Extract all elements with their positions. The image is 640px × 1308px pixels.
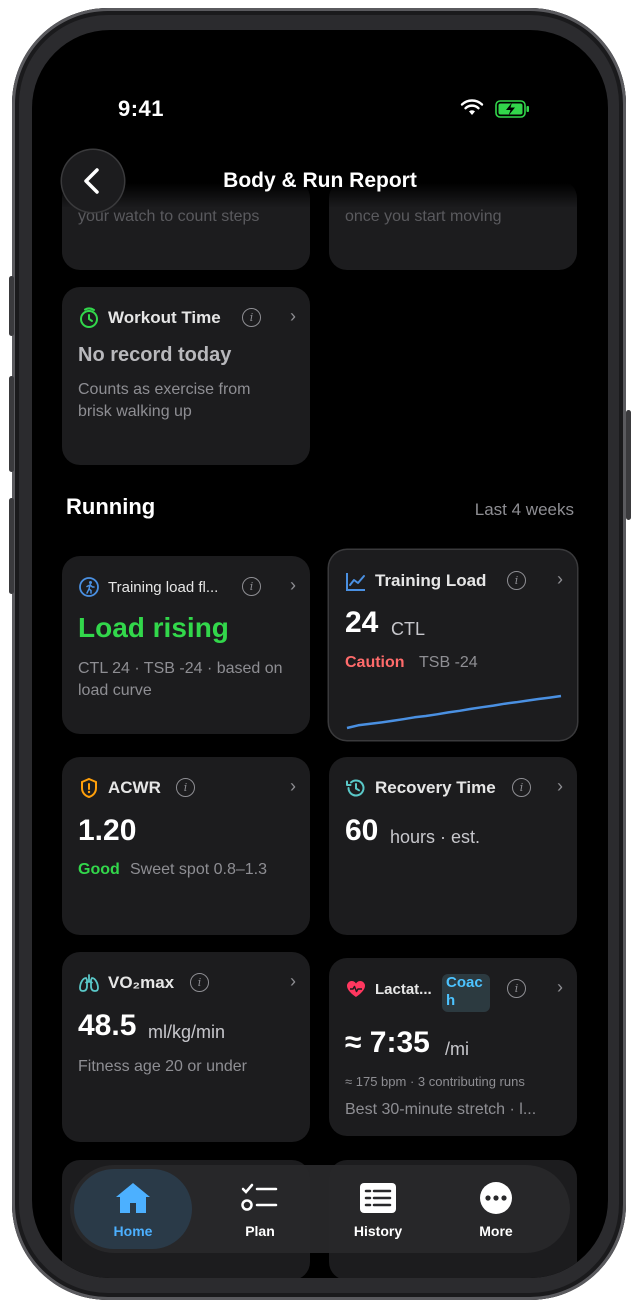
vo2max-title: VO₂max <box>108 973 175 992</box>
lungs-icon <box>79 974 99 992</box>
line-chart-icon <box>346 573 365 591</box>
recovery-time-card[interactable]: Recovery Time i › 60 hours · est. <box>329 757 577 935</box>
training-load-card[interactable]: Training Load i › 24 CTL Caution TSB -24 <box>329 550 577 740</box>
vo2max-desc: Fitness age 20 or under <box>78 1058 247 1075</box>
info-icon[interactable]: i <box>512 778 531 797</box>
side-button-volume-up <box>9 376 14 472</box>
acwr-card[interactable]: ACWR i › 1.20 Good Sweet spot 0.8–1.3 <box>62 757 310 935</box>
tab-plan[interactable]: Plan <box>201 1169 319 1249</box>
info-icon[interactable]: i <box>507 979 526 998</box>
tab-home-label: Home <box>113 1223 153 1239</box>
training-load-status: Caution <box>345 654 405 671</box>
side-button-power <box>626 410 631 520</box>
activity-card-subtitle: once you start moving <box>345 208 502 225</box>
checklist-icon <box>241 1183 278 1211</box>
side-button-mute <box>9 276 14 336</box>
lactate-value: ≈ 7:35 <box>345 1026 430 1059</box>
tab-history[interactable]: History <box>319 1169 437 1249</box>
info-icon[interactable]: i <box>242 308 261 327</box>
acwr-detail: Sweet spot 0.8–1.3 <box>130 861 267 878</box>
workout-time-title: Workout Time <box>108 308 221 327</box>
status-time: 9:41 <box>118 96 165 121</box>
running-range: Last 4 weeks <box>474 500 574 519</box>
status-bar: 9:41 <box>32 94 608 124</box>
workout-time-card[interactable]: Workout Time i › No record today Counts … <box>62 287 310 465</box>
training-flag-desc: CTL 24 · TSB -24 · based on load curve <box>78 660 283 699</box>
coach-badge[interactable]: Coach <box>442 974 490 1012</box>
chevron-right-icon: › <box>557 977 563 997</box>
chevron-right-icon: › <box>290 971 296 991</box>
training-flag-value: Load rising <box>78 612 229 643</box>
page-title: Body & Run Report <box>223 169 417 192</box>
info-icon[interactable]: i <box>507 571 526 590</box>
training-load-flag-card[interactable]: Training load fl... i › Load rising CTL … <box>62 556 310 734</box>
training-load-title: Training Load <box>375 571 487 590</box>
chevron-right-icon: › <box>557 569 563 589</box>
info-icon[interactable]: i <box>176 778 195 797</box>
history-icon <box>360 1183 396 1213</box>
training-load-detail: TSB -24 <box>419 654 478 671</box>
battery-charging-icon <box>495 100 529 118</box>
more-icon <box>480 1182 512 1214</box>
recovery-unit: hours · est. <box>390 827 481 847</box>
recovery-value: 60 <box>345 814 379 847</box>
training-load-line <box>346 694 562 730</box>
runner-icon <box>79 577 99 597</box>
workout-time-value: No record today <box>78 344 232 366</box>
info-icon[interactable]: i <box>190 973 209 992</box>
training-load-sparkline <box>346 694 562 730</box>
tab-history-label: History <box>353 1223 403 1239</box>
workout-time-desc: Counts as exercise from brisk walking up <box>78 381 251 420</box>
vo2max-card[interactable]: VO₂max i › 48.5 ml/kg/min Fitness age 20… <box>62 952 310 1142</box>
screen: 9:41 your watch to count steps once you … <box>32 30 608 1278</box>
vo2max-value: 48.5 <box>78 1009 137 1042</box>
lactate-desc: Best 30-minute stretch · l... <box>345 1101 537 1118</box>
training-load-value: 24 <box>345 606 379 639</box>
acwr-status: Good <box>78 861 120 878</box>
acwr-title: ACWR <box>108 778 161 797</box>
chevron-right-icon: › <box>290 776 296 796</box>
history-clock-icon <box>346 779 365 797</box>
home-icon <box>116 1183 150 1213</box>
wifi-icon <box>460 99 484 115</box>
chevron-right-icon: › <box>290 575 296 595</box>
tab-bar: Home Plan History More <box>70 1165 570 1253</box>
tab-home[interactable]: Home <box>74 1169 192 1249</box>
tab-more-label: More <box>479 1223 513 1239</box>
side-button-volume-down <box>9 498 14 594</box>
heart-pulse-icon <box>347 981 365 997</box>
timer-icon <box>80 307 98 328</box>
recovery-title: Recovery Time <box>375 778 496 797</box>
tab-plan-label: Plan <box>245 1223 275 1239</box>
chevron-right-icon: › <box>290 306 296 326</box>
lactate-title: Lactat... <box>375 981 432 998</box>
vo2max-unit: ml/kg/min <box>148 1022 226 1042</box>
training-flag-title: Training load fl... <box>108 579 219 596</box>
lactate-detail: ≈ 175 bpm · 3 contributing runs <box>345 1074 525 1089</box>
running-section-title: Running <box>66 494 156 519</box>
acwr-value: 1.20 <box>78 814 137 847</box>
tab-more[interactable]: More <box>437 1169 555 1249</box>
training-load-unit: CTL <box>391 619 426 639</box>
lactate-threshold-card[interactable]: Lactat... Coach i › ≈ 7:35 /mi ≈ 175 bpm… <box>329 958 577 1136</box>
lactate-unit: /mi <box>445 1039 469 1059</box>
chevron-right-icon: › <box>557 776 563 796</box>
shield-alert-icon <box>81 777 97 799</box>
info-icon[interactable]: i <box>242 577 261 596</box>
